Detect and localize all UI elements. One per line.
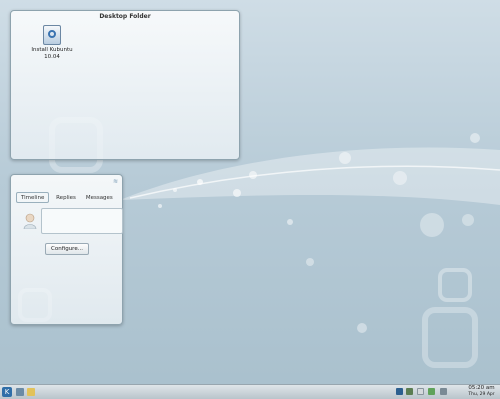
clock-date: Thu, 29 Apr bbox=[468, 392, 495, 397]
microblog-tabs: Timeline Replies Messages bbox=[16, 192, 116, 203]
configure-button[interactable]: Configure... bbox=[45, 243, 89, 255]
avatar-icon bbox=[23, 213, 37, 229]
taskbar: K 05:20 am Thu, 29 Apr bbox=[0, 384, 500, 399]
clock-time: 05:20 am bbox=[468, 385, 495, 391]
folder-icon[interactable] bbox=[27, 388, 35, 396]
desktop-icon-install[interactable]: Install Kubuntu 10.04 bbox=[27, 25, 77, 61]
clock[interactable]: 05:20 am Thu, 29 Apr bbox=[465, 385, 498, 398]
battery-icon[interactable] bbox=[406, 388, 413, 395]
microblog-widget[interactable]: ≋ Timeline Replies Messages Configure... bbox=[10, 174, 123, 325]
folder-title: Desktop Folder bbox=[99, 13, 151, 20]
computer-icon[interactable] bbox=[16, 388, 24, 396]
network-icon[interactable] bbox=[396, 388, 403, 395]
desktop-icon-label: Install Kubuntu 10.04 bbox=[31, 47, 73, 60]
tab-timeline[interactable]: Timeline bbox=[16, 192, 50, 203]
kmenu-icon[interactable]: K bbox=[2, 387, 12, 397]
desktop-folder-widget[interactable]: Desktop Folder Install Kubuntu 10.04 bbox=[10, 10, 240, 160]
installer-icon bbox=[43, 25, 61, 45]
notifications-icon[interactable] bbox=[428, 388, 435, 395]
tab-messages[interactable]: Messages bbox=[83, 192, 116, 203]
status-input[interactable] bbox=[41, 208, 123, 234]
microblog-logo-icon: ≋ bbox=[112, 178, 118, 185]
clipboard-icon[interactable] bbox=[417, 388, 424, 395]
volume-icon[interactable] bbox=[440, 388, 447, 395]
tab-replies[interactable]: Replies bbox=[49, 192, 82, 203]
